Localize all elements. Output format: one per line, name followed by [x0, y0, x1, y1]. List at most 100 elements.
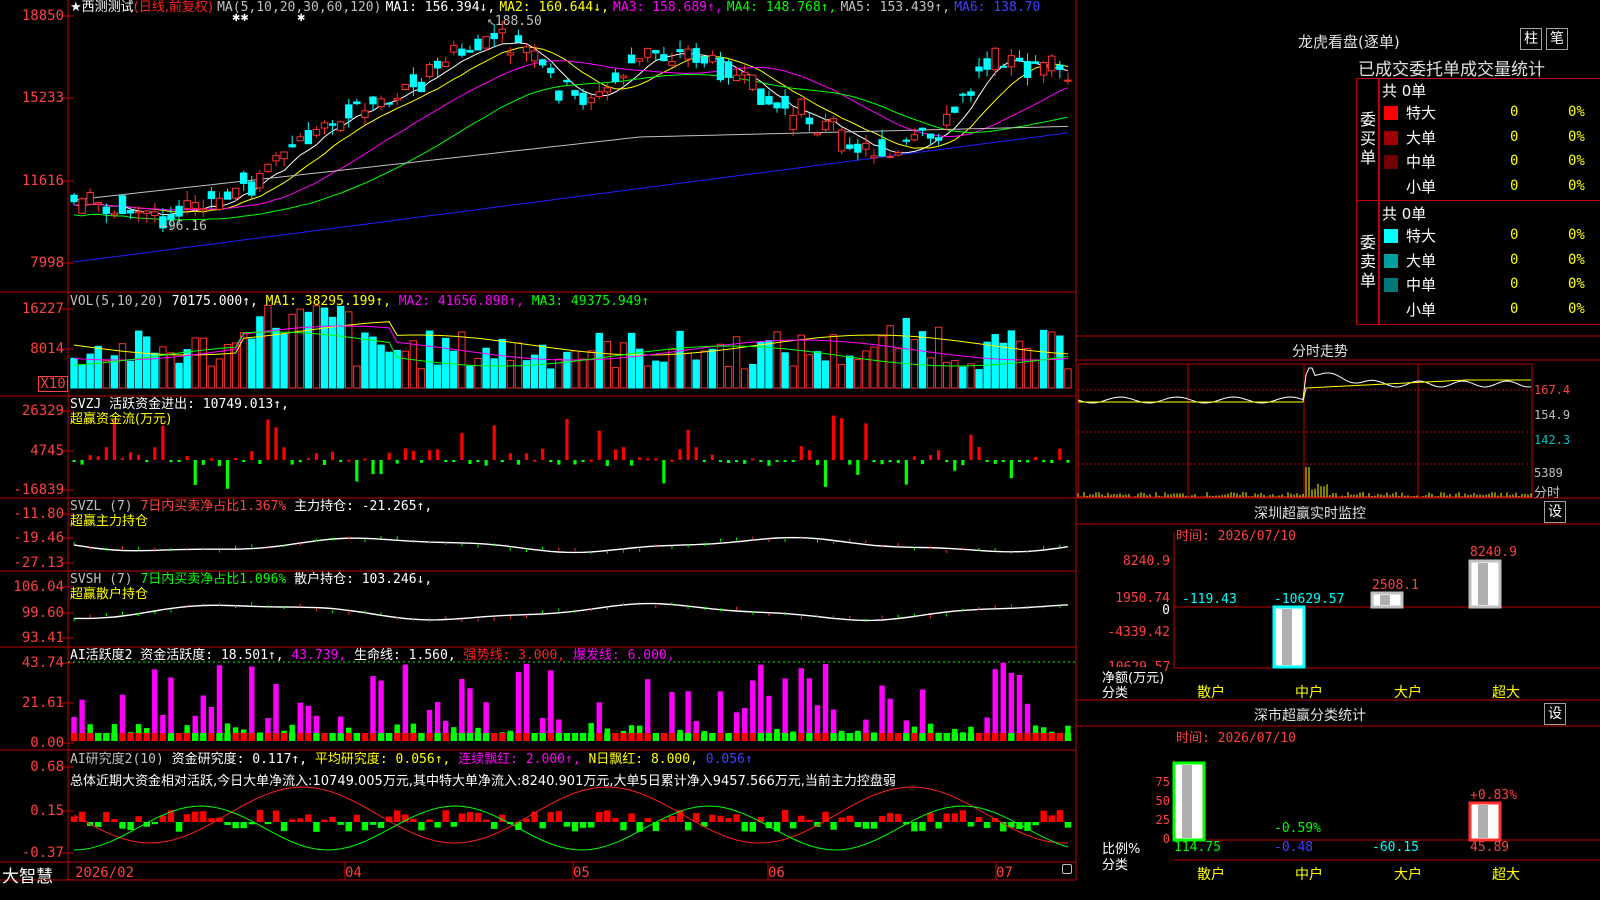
- vol-ma2: MA2: 41656.898↑,: [398, 294, 524, 309]
- candle-body: [967, 91, 975, 96]
- candle-body: [684, 48, 692, 60]
- volume-bar: [264, 305, 272, 389]
- candle-body: [910, 134, 919, 141]
- fundflow-bar: [985, 460, 989, 462]
- candle-body: [215, 197, 224, 210]
- volume-bar: [975, 369, 983, 389]
- research-bar: [838, 817, 845, 822]
- research-bar: [668, 816, 676, 822]
- activity-base: [579, 733, 587, 741]
- activity-bar: [458, 677, 466, 742]
- volume-bar: [652, 360, 660, 389]
- research-bar: [329, 816, 336, 822]
- volume-bar: [1056, 335, 1064, 389]
- research-bar: [846, 815, 853, 822]
- candle-body: [708, 54, 717, 63]
- volume-bar: [272, 327, 280, 389]
- fundflow-bar: [840, 418, 844, 460]
- research-bar: [935, 822, 942, 829]
- volume-bar: [563, 351, 571, 389]
- period-label[interactable]: (日线,前复权): [134, 0, 213, 15]
- candle-body: [644, 47, 652, 58]
- research-bar: [854, 822, 862, 828]
- activity-base: [587, 733, 595, 741]
- activity-bar: [821, 662, 830, 742]
- date-label: 07: [996, 865, 1013, 881]
- volume-bar: [967, 363, 975, 389]
- research-bar: [620, 822, 627, 831]
- svsh-holding: 散户持仓: 103.246↓,: [294, 572, 433, 587]
- candle-body: [821, 120, 830, 131]
- activity-bar: [878, 684, 886, 742]
- high-price-annotation: ↖188.50: [487, 14, 542, 29]
- activity-base: [1056, 733, 1064, 741]
- right-panel-canvas[interactable]: [1076, 0, 1600, 900]
- activity-base: [402, 733, 409, 741]
- activity-base: [313, 733, 320, 741]
- fundflow-bar: [120, 457, 125, 460]
- activity-base: [458, 733, 466, 741]
- activity-base: [749, 733, 756, 741]
- fundflow-bar: [856, 460, 860, 475]
- activity-base: [272, 733, 280, 741]
- candle-body: [563, 79, 571, 83]
- fundflow-bar: [589, 459, 593, 462]
- activity-base: [523, 733, 530, 741]
- stock-name[interactable]: 西测测试: [82, 0, 134, 15]
- svzj-axis-label: 4745: [30, 443, 64, 459]
- research-bar: [919, 822, 926, 831]
- fundflow-bar: [524, 453, 529, 460]
- candle-body: [611, 72, 620, 83]
- activity-base: [248, 733, 255, 741]
- activity-base: [693, 733, 700, 741]
- research-bar: [943, 813, 950, 822]
- activity-base: [935, 733, 942, 741]
- activity-base: [571, 733, 579, 741]
- fundflow-bar: [330, 451, 335, 460]
- ma-line-5: [73, 125, 1068, 201]
- research-bar: [256, 810, 264, 822]
- candle-body: [514, 35, 523, 43]
- volume-bar: [829, 334, 838, 389]
- candle-body: [361, 110, 369, 118]
- volume-bar: [167, 352, 175, 389]
- research-bar: [321, 819, 328, 822]
- activity-base: [1016, 733, 1023, 741]
- volume-bar: [199, 337, 207, 389]
- activity-bar: [781, 677, 789, 742]
- date-label: 04: [345, 865, 362, 881]
- fundflow-bar: [581, 460, 585, 462]
- fundflow-bar: [694, 447, 698, 460]
- activity-bar: [1015, 673, 1024, 742]
- research-bar: [394, 810, 401, 822]
- volume-bar: [757, 341, 765, 389]
- volume-bar: [110, 355, 119, 389]
- candle-body: [94, 202, 102, 205]
- candle-body: [199, 208, 207, 211]
- activity-base: [676, 733, 684, 741]
- fundflow-bar: [993, 460, 997, 464]
- fundflow-bar: [427, 450, 432, 460]
- activity-base: [321, 733, 328, 741]
- lock-icon[interactable]: [1062, 864, 1072, 874]
- fundflow-bar: [460, 432, 464, 460]
- ai2-lifeline: 生命线: 1.560,: [354, 648, 456, 663]
- volume-bar: [749, 363, 757, 389]
- svzj-header: SVZJ 活跃资金进出: 10749.013↑,: [70, 397, 289, 412]
- candle-body: [837, 129, 846, 152]
- volume-bar: [385, 351, 393, 389]
- candle-body: [781, 95, 789, 109]
- activity-base: [394, 733, 401, 741]
- candle-body: [312, 129, 321, 136]
- volume-bar: [708, 348, 717, 389]
- research-bar: [709, 814, 716, 822]
- activity-base: [482, 733, 490, 741]
- candle-body: [789, 114, 797, 131]
- activity-base: [78, 733, 86, 741]
- research-summary: 总体近期大资金相对活跃,今日大单净流入:10749.005万元,其中特大单净流入…: [70, 774, 896, 789]
- star-icon: ★: [70, 0, 82, 15]
- candle-body: [660, 54, 668, 62]
- volume-bar: [126, 360, 135, 389]
- activity-base: [684, 733, 692, 741]
- research-bar: [733, 814, 740, 822]
